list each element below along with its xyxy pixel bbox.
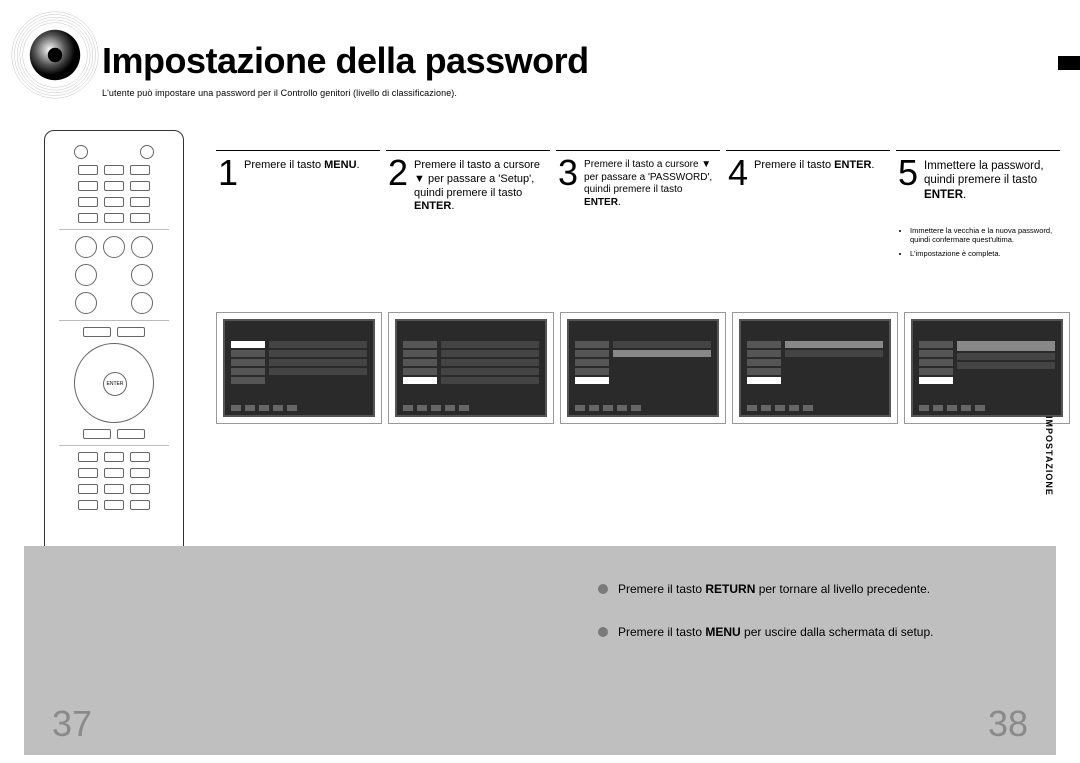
page-number-left: 37 [52, 703, 92, 745]
tv-screen-thumb [560, 312, 726, 424]
footer-notes: Premere il tasto RETURN per tornare al l… [598, 581, 933, 667]
side-section-label: IMPOSTAZIONE [1044, 416, 1054, 496]
step-number: 2 [386, 155, 414, 191]
step-number: 3 [556, 155, 584, 191]
dpad-icon: ENTER [74, 343, 154, 423]
footer-note: Premere il tasto RETURN per tornare al l… [598, 581, 933, 598]
footer-block: Premere il tasto RETURN per tornare al l… [24, 546, 1056, 755]
footer-note: Premere il tasto MENU per uscire dalla s… [598, 624, 933, 641]
step-1: 1 Premere il tasto MENU. [216, 150, 380, 262]
step-number: 1 [216, 155, 244, 191]
step-text: Premere il tasto MENU. [244, 155, 360, 173]
step-number: 4 [726, 155, 754, 191]
step-text: Premere il tasto a cursore ▼ per passare… [414, 155, 550, 214]
power-icon [74, 145, 88, 159]
enter-button-icon: ENTER [103, 372, 127, 396]
remote-control-illustration: ENTER [44, 130, 184, 610]
bullet-icon [598, 627, 608, 637]
page-logo [10, 10, 100, 100]
page-title: Impostazione della password [102, 40, 589, 82]
step-2: 2 Premere il tasto a cursore ▼ per passa… [386, 150, 550, 262]
step-text: Immettere la password, quindi premere il… [924, 155, 1060, 202]
tv-screen-thumb [388, 312, 554, 424]
screen-thumbnails [216, 312, 1070, 424]
tv-screen-thumb [216, 312, 382, 424]
step-4: 4 Premere il tasto ENTER. [726, 150, 890, 262]
tv-screen-thumb [904, 312, 1070, 424]
step-text: Premere il tasto ENTER. [754, 155, 874, 173]
bullet-icon [598, 584, 608, 594]
step-number: 5 [896, 155, 924, 191]
page-number-right: 38 [988, 703, 1028, 745]
step-3: 3 Premere il tasto a cursore ▼ per passa… [556, 150, 720, 262]
step-5: 5 Immettere la password, quindi premere … [896, 150, 1060, 262]
steps-row: 1 Premere il tasto MENU. 2 Premere il ta… [216, 150, 1060, 262]
step-text: Premere il tasto a cursore ▼ per passare… [584, 155, 720, 209]
step-5-bullets: Immettere la vecchia e la nuova password… [896, 226, 1060, 258]
tv-screen-thumb [732, 312, 898, 424]
bullet-item: L'impostazione è completa. [910, 249, 1060, 258]
section-tab [1058, 56, 1080, 70]
bullet-item: Immettere la vecchia e la nuova password… [910, 226, 1060, 245]
page-subtitle: L'utente può impostare una password per … [102, 88, 457, 98]
swirl-icon [10, 10, 100, 100]
